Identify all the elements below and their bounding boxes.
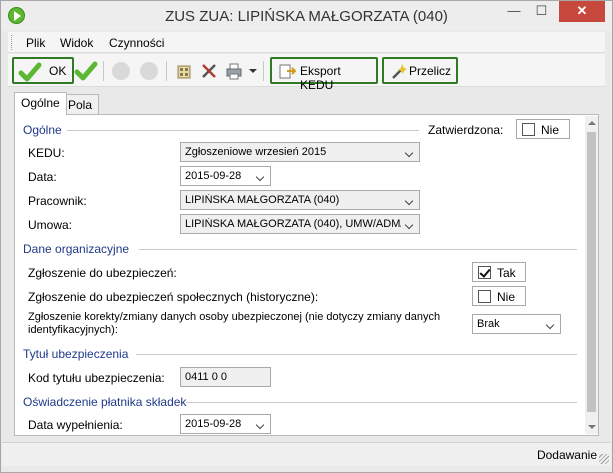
export-kedu-label: Eksport KEDU <box>300 64 341 92</box>
social-insurance-value: Nie <box>497 290 516 304</box>
calculator-icon[interactable] <box>175 62 193 80</box>
section-divider <box>139 249 577 250</box>
section-general-title: Ogólne <box>23 123 62 137</box>
scrollbar-thumb[interactable] <box>587 132 596 412</box>
print-dropdown-icon[interactable] <box>249 69 257 73</box>
export-kedu-button[interactable]: Eksport KEDU <box>270 57 378 92</box>
insurance-value: Tak <box>497 266 516 280</box>
toolbar-separator <box>103 61 104 81</box>
status-bar: Dodawanie <box>2 442 611 466</box>
close-button[interactable]: ✕ <box>559 1 605 22</box>
chevron-down-icon <box>402 143 419 161</box>
print-icon[interactable] <box>225 62 243 80</box>
forward-icon[interactable] <box>140 62 158 80</box>
approved-label: Zatwierdzona: <box>428 123 504 137</box>
insurance-label: Zgłoszenie do ubezpieczeń: <box>28 266 177 280</box>
employee-select[interactable]: LIPIŃSKA MAŁGORZATA (040) <box>180 190 420 210</box>
form-panel: Ogólne Zatwierdzona: Nie KEDU: Zgłoszeni… <box>14 114 599 436</box>
contract-value: LIPIŃSKA MAŁGORZATA (040), UMW/ADM/20 <box>185 218 401 230</box>
checkbox-box <box>522 123 535 136</box>
date-value: 2015-09-28 <box>185 170 242 182</box>
kedu-value: Zgłoszeniowe wrzesień 2015 <box>185 146 327 158</box>
scroll-down-icon[interactable] <box>585 421 598 434</box>
kedu-select[interactable]: Zgłoszeniowe wrzesień 2015 <box>180 142 420 162</box>
menu-bar: Plik Widok Czynności <box>8 32 605 53</box>
ok-button[interactable]: OK <box>12 57 74 84</box>
chevron-down-icon <box>253 167 270 185</box>
insurance-code-field: 0411 0 0 <box>180 367 271 387</box>
checkbox-box <box>478 290 491 303</box>
correction-value: Brak <box>477 318 500 330</box>
fill-date-label: Data wypełnienia: <box>28 418 123 432</box>
maximize-button[interactable]: ☐ <box>528 1 555 22</box>
section-insurance-title: Tytuł ubezpieczenia <box>23 347 129 361</box>
date-label: Data: <box>28 170 57 184</box>
toolbar-separator <box>166 61 167 81</box>
minimize-button[interactable]: — <box>500 1 528 22</box>
tab-ogolne[interactable]: Ogólne <box>14 92 67 115</box>
section-divider <box>67 130 419 131</box>
employee-label: Pracownik: <box>28 194 87 208</box>
insurance-code-label: Kod tytułu ubezpieczenia: <box>28 371 165 385</box>
export-icon <box>279 64 296 79</box>
scroll-up-icon[interactable] <box>585 116 598 129</box>
recalculate-button[interactable]: Przelicz <box>382 57 458 84</box>
save-close-icon[interactable] <box>74 59 98 83</box>
status-text: Dodawanie <box>536 448 597 462</box>
chevron-down-icon <box>402 191 419 209</box>
magic-wand-icon <box>392 64 407 79</box>
title-bar: ZUS ZUA: LIPIŃSKA MAŁGORZATA (040) — ☐ ✕ <box>1 1 612 31</box>
toolbar-separator <box>263 61 264 81</box>
correction-select[interactable]: Brak <box>472 314 561 334</box>
approved-checkbox[interactable]: Nie <box>516 119 570 139</box>
chevron-down-icon <box>543 315 560 333</box>
checkbox-box <box>478 266 491 279</box>
toolbar: OK Eksport KEDU Przelicz <box>8 54 605 92</box>
contract-select[interactable]: LIPIŃSKA MAŁGORZATA (040), UMW/ADM/20 <box>180 214 420 234</box>
check-icon <box>18 62 42 82</box>
section-divider <box>186 402 577 403</box>
window: ZUS ZUA: LIPIŃSKA MAŁGORZATA (040) — ☐ ✕… <box>0 0 613 473</box>
section-org-title: Dane organizacyjne <box>23 242 130 256</box>
social-insurance-label: Zgłoszenie do ubezpieczeń społecznych (h… <box>28 290 319 304</box>
approved-value: Nie <box>541 123 560 137</box>
correction-label: Zgłoszenie korekty/zmiany danych osoby u… <box>28 311 441 336</box>
section-declaration-title: Oświadczenie płatnika składek <box>23 395 187 409</box>
menu-widok[interactable]: Widok <box>60 36 93 50</box>
menu-grip <box>11 35 14 50</box>
fill-date-picker[interactable]: 2015-09-28 <box>180 414 271 434</box>
back-icon[interactable] <box>112 62 130 80</box>
menu-plik[interactable]: Plik <box>26 36 45 50</box>
resize-grip-icon[interactable] <box>599 454 609 464</box>
contract-label: Umowa: <box>28 218 73 232</box>
tab-pola[interactable]: Pola <box>61 94 100 114</box>
insurance-checkbox[interactable]: Tak <box>472 262 526 282</box>
kedu-label: KEDU: <box>28 146 65 160</box>
menu-czynnosci[interactable]: Czynności <box>109 36 164 50</box>
fill-date-value: 2015-09-28 <box>185 418 242 430</box>
section-divider <box>136 354 577 355</box>
chevron-down-icon <box>402 215 419 233</box>
chevron-down-icon <box>253 415 270 433</box>
ok-label: OK <box>49 64 67 78</box>
social-insurance-checkbox[interactable]: Nie <box>472 286 526 306</box>
recalculate-label: Przelicz <box>409 64 452 78</box>
date-picker[interactable]: 2015-09-28 <box>180 166 271 186</box>
vertical-scrollbar[interactable] <box>585 116 598 434</box>
employee-value: LIPIŃSKA MAŁGORZATA (040) <box>185 194 340 206</box>
tools-icon[interactable] <box>200 62 218 80</box>
